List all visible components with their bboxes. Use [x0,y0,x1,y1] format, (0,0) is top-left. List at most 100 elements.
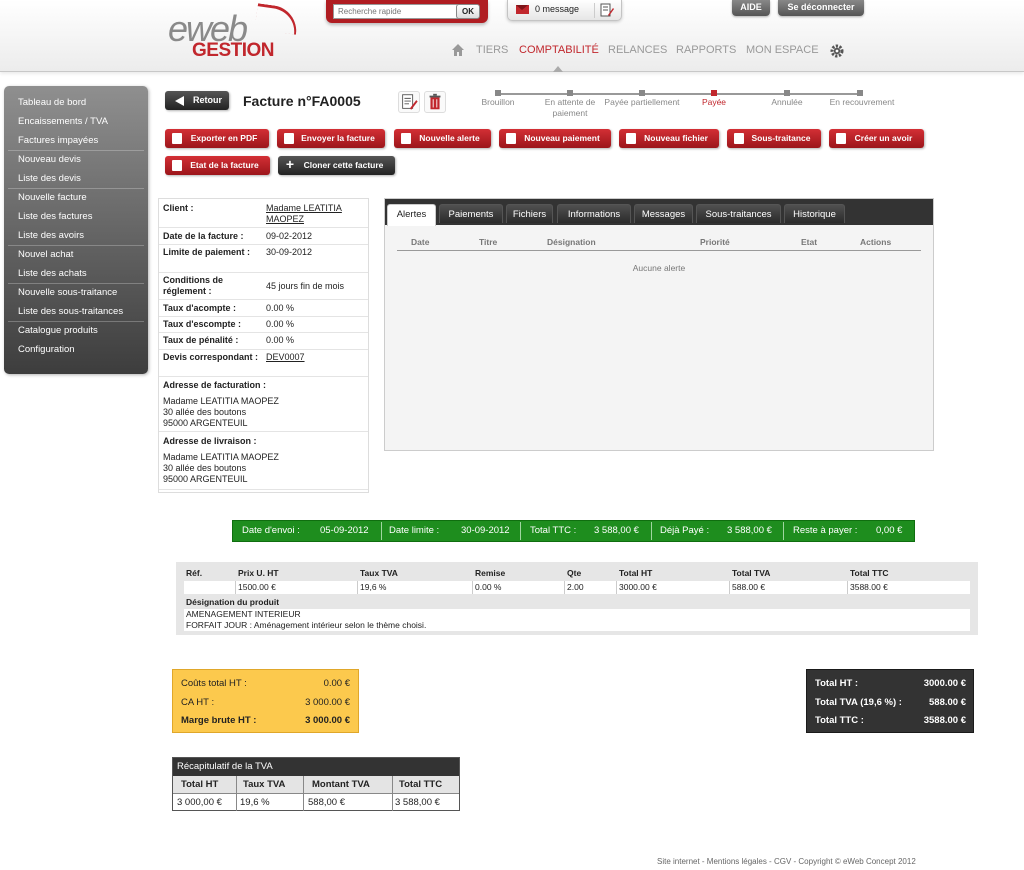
logo[interactable]: eweb GESTION [166,3,306,62]
search-input[interactable] [333,4,473,19]
info-row-shipping-address: Adresse de livraison : Madame LEATITIA M… [159,432,368,490]
info-row-limit: Limite de paiement : 30-09-2012 [159,245,368,273]
back-button[interactable]: Retour [165,91,229,110]
home-icon[interactable] [452,44,464,56]
column-header: Taux TVA [360,568,398,578]
new-alert-button[interactable]: Nouvelle alerte [394,129,491,148]
client-link[interactable]: Madame LEATITIA MAOPEZ [266,203,364,225]
total-ttc-label: Total TTC : [530,525,577,536]
sidebar-item-subcontracts[interactable]: Liste des sous-traitances [18,306,123,317]
export-pdf-button[interactable]: Exporter en PDF [165,129,269,148]
sidebar-item-new-subcontract[interactable]: Nouvelle sous-traitance [18,287,117,298]
escompte-label: Taux d'escompte : [163,319,241,329]
messages-box[interactable]: 0 message [507,0,622,21]
table-row: 1500.00 € 19,6 % 0.00 % 2.00 3000.00 € 5… [184,581,970,594]
product-table: Réf. Prix U. HT Taux TVA Remise Qte Tota… [176,562,978,635]
trash-icon[interactable] [424,91,446,113]
tabs-panel: Alertes Paiements Fichiers Informations … [384,198,934,451]
footer-links[interactable]: Site internet - Mentions légales - CGV -… [657,857,916,866]
nav-mon-espace[interactable]: MON ESPACE [746,44,819,56]
total-ttc-value: 3588.00 € [923,715,966,726]
column-header: Date [411,237,430,247]
sidebar-separator [8,188,144,189]
tab-alertes[interactable]: Alertes [387,204,436,226]
gear-icon[interactable] [830,44,844,58]
invoice-state-button[interactable]: Etat de la facture [165,156,270,175]
create-credit-button[interactable]: Créer un avoir [829,129,924,148]
row-divider [173,793,459,794]
sidebar-item-invoices[interactable]: Liste des factures [18,211,92,222]
subcontract-button[interactable]: Sous-traitance [727,129,821,148]
new-payment-button[interactable]: Nouveau paiement [499,129,611,148]
column-header: Réf. [186,568,203,578]
clone-invoice-button[interactable]: + Cloner cette facture [278,156,395,175]
sidebar-item-configuration[interactable]: Configuration [18,344,75,355]
sidebar-item-purchases[interactable]: Liste des achats [18,268,87,279]
nav-relances[interactable]: RELANCES [608,44,667,56]
column-header: Qte [567,568,582,578]
designation-label: Désignation du produit [186,597,280,607]
tab-paiements[interactable]: Paiements [439,204,503,223]
column-header: Taux TVA [243,779,286,790]
tva-total-ttc: 3 588,00 € [395,797,440,808]
edit-icon[interactable] [398,91,420,113]
devis-label: Devis correspondant : [163,352,259,362]
acompte-value: 0.00 % [266,303,295,313]
info-row-penalite: Taux de pénalité : 0.00 % [159,333,368,350]
column-header: Montant TVA [312,779,370,790]
billing-address-line: 95000 ARGENTEUIL [163,418,248,428]
info-row-client: Client : Madame LEATITIA MAOPEZ [159,199,368,228]
sidebar-item-new-purchase[interactable]: Nouvel achat [18,249,73,260]
margin-value: 3 000.00 € [305,715,350,726]
step-label: En recouvrement [829,97,895,107]
megaphone-icon [401,133,411,144]
help-button[interactable]: AIDE [732,0,770,16]
send-invoice-button[interactable]: Envoyer la facture [277,129,385,148]
tva-rate: 19,6 % [240,797,270,808]
button-label: Sous-traitance [751,133,811,143]
logout-button[interactable]: Se déconnecter [778,0,864,16]
info-row-acompte: Taux d'acompte : 0.00 % [159,300,368,317]
sidebar-item-unpaid[interactable]: Factures impayées [18,135,98,146]
search-ok-button[interactable]: OK [456,4,480,19]
sidebar-item-catalog[interactable]: Catalogue produits [18,325,98,336]
sidebar-item-credits[interactable]: Liste des avoirs [18,230,84,241]
sidebar-item-encaissements[interactable]: Encaissements / TVA [18,116,108,127]
billing-address-line: 30 allée des boutons [163,407,247,417]
step-dot-payee-partiellement [639,90,645,96]
sidebar-item-dashboard[interactable]: Tableau de bord [18,97,86,108]
limit-label: Limite de paiement : [163,247,251,257]
messages-count: 0 message [535,4,580,14]
compose-icon[interactable] [600,3,614,17]
sidebar-item-quotes[interactable]: Liste des devis [18,173,81,184]
step-label: Brouillon [481,97,515,107]
total-ht-label: Total HT : [815,678,859,689]
new-file-button[interactable]: Nouveau fichier [619,129,719,148]
tva-total-ht: 3 000,00 € [177,797,222,808]
button-label: Nouveau fichier [644,133,708,143]
tab-fichiers[interactable]: Fichiers [506,204,553,223]
nav-tiers[interactable]: TIERS [476,44,508,56]
nav-rapports[interactable]: RAPPORTS [676,44,736,56]
cell-divider [303,776,304,811]
conditions-value: 45 jours fin de mois [266,281,345,291]
ca-label: CA HT : [181,697,215,708]
shipping-address-label: Adresse de livraison : [163,436,257,446]
sidebar-item-new-invoice[interactable]: Nouvelle facture [18,192,87,203]
date-value: 09-02-2012 [266,231,313,241]
nav-comptabilite[interactable]: COMPTABILITÉ [519,44,599,56]
tab-informations[interactable]: Informations [557,204,631,223]
info-row-devis: Devis correspondant : DEV0007 [159,350,368,377]
cell-divider [235,581,236,594]
devis-link[interactable]: DEV0007 [266,352,364,363]
tab-messages[interactable]: Messages [634,204,693,223]
cell-divider [564,581,565,594]
button-label: Exporter en PDF [190,133,258,143]
step-dot-annulee [784,90,790,96]
tab-historique[interactable]: Historique [784,204,845,223]
sidebar-item-new-quote[interactable]: Nouveau devis [18,154,81,165]
tab-sous-traitances[interactable]: Sous-traitances [696,204,781,223]
summary-separator [651,522,652,540]
sidebar-separator [8,283,144,284]
button-label: Nouvelle alerte [419,133,480,143]
